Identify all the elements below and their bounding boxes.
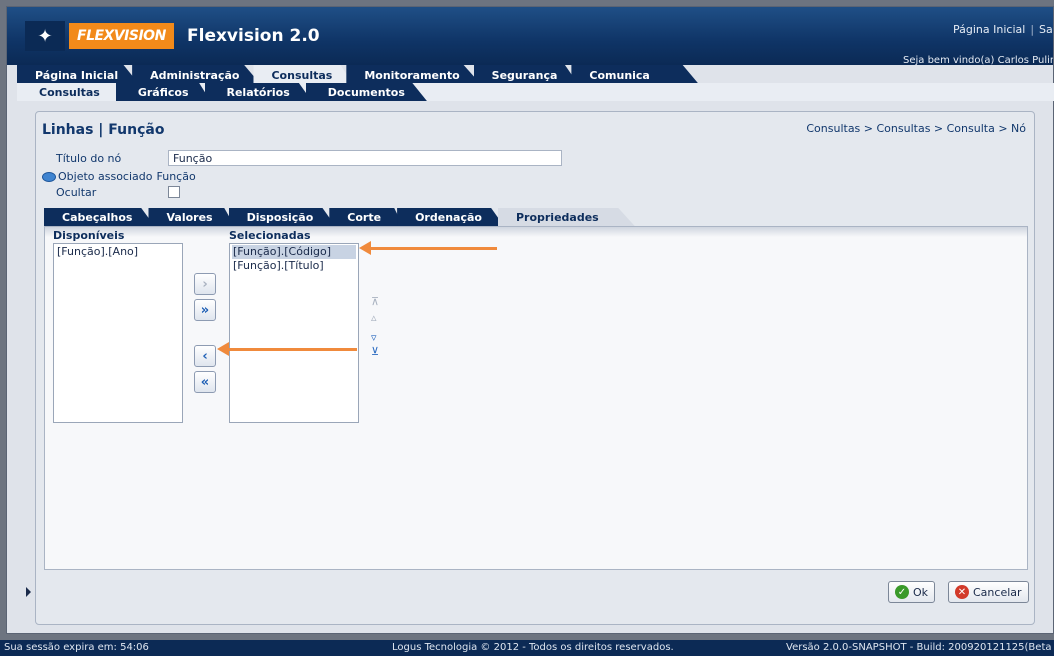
cancel-button[interactable]: ✕ Cancelar (948, 581, 1029, 603)
move-up-icon[interactable]: ▵ (371, 312, 377, 323)
session-timer: Sua sessão expira em: 54:06 (4, 642, 149, 653)
tab-seguranca[interactable]: Segurança (473, 65, 578, 83)
app-header: ✦ FLEXVISION Flexvision 2.0 Página Inici… (7, 7, 1053, 66)
node-title-input[interactable] (168, 150, 562, 166)
available-label: Disponíveis (53, 229, 125, 242)
tab-valores[interactable]: Valores (148, 208, 235, 226)
flexvision-logo-icon: ✦ (25, 21, 65, 51)
version-text: Versão 2.0.0-SNAPSHOT - Build: 200920121… (786, 642, 1052, 653)
list-item[interactable]: [Função].[Código] (232, 245, 356, 259)
page-title: Linhas | Função (42, 122, 165, 138)
brand-logo: FLEXVISION (69, 23, 174, 49)
tab-corte[interactable]: Corte (329, 208, 404, 226)
database-icon (42, 171, 56, 182)
subtab-relatorios[interactable]: Relatórios (204, 83, 312, 101)
tab-propriedades[interactable]: Propriedades (497, 208, 635, 226)
tab-disposicao[interactable]: Disposição (228, 208, 336, 226)
tab-consultas[interactable]: Consultas (253, 65, 353, 83)
cancel-label: Cancelar (973, 585, 1022, 599)
selected-label: Selecionadas (229, 229, 311, 242)
hide-label: Ocultar (56, 186, 97, 199)
associated-object-row: Objeto associado Função (42, 170, 196, 183)
annotation-arrow-line (227, 348, 357, 351)
move-right-button[interactable]: › (194, 273, 216, 295)
status-footer: Sua sessão expira em: 54:06 Logus Tecnol… (0, 640, 1054, 656)
tab-monitoramento[interactable]: Monitoramento (346, 65, 480, 83)
available-list[interactable]: [Função].[Ano] (53, 243, 183, 423)
associated-object-value: Função (156, 170, 196, 183)
welcome-text: Seja bem vindo(a) Carlos Puline (903, 55, 1053, 66)
cancel-icon: ✕ (955, 585, 969, 599)
sub-tab-bar: Consultas Gráficos Relatórios Documentos (17, 83, 1054, 101)
tab-comunica[interactable]: Comunica (571, 65, 698, 83)
app-window: ✦ FLEXVISION Flexvision 2.0 Página Inici… (6, 6, 1054, 634)
collapse-handle-icon[interactable] (26, 587, 31, 597)
tab-ordenacao[interactable]: Ordenação (397, 208, 504, 226)
node-title-label: Título do nó (56, 152, 122, 165)
copyright-text: Logus Tecnologia © 2012 - Todos os direi… (392, 642, 674, 653)
inner-tabs: Cabeçalhos Valores Disposição Corte Orde… (44, 208, 635, 226)
tab-administracao[interactable]: Administração (132, 65, 260, 83)
move-all-left-button[interactable]: « (194, 371, 216, 393)
move-left-button[interactable]: ‹ (194, 345, 216, 367)
home-link[interactable]: Página Inicial (953, 23, 1025, 36)
ok-label: Ok (913, 585, 929, 599)
list-item[interactable]: [Função].[Ano] (56, 245, 180, 259)
breadcrumb: Consultas > Consultas > Consulta > Nó (806, 122, 1026, 135)
associated-object-label: Objeto associado (58, 170, 153, 183)
move-all-right-button[interactable]: » (194, 299, 216, 321)
annotation-arrow-line (369, 247, 497, 250)
tab-cabecalhos[interactable]: Cabeçalhos (44, 208, 155, 226)
subtab-consultas[interactable]: Consultas (17, 83, 122, 101)
move-down-icon[interactable]: ▿ (371, 332, 377, 343)
properties-panel: Disponíveis [Função].[Ano] Selecionadas … (44, 226, 1028, 570)
move-bottom-icon[interactable]: ⊻ (371, 346, 379, 357)
top-links: Página Inicial|Sai (953, 23, 1053, 36)
subtab-documentos[interactable]: Documentos (305, 83, 427, 101)
hide-checkbox[interactable] (168, 186, 180, 198)
exit-link[interactable]: Sai (1039, 23, 1053, 36)
list-item[interactable]: [Função].[Título] (232, 259, 356, 273)
content-panel: Linhas | Função Consultas > Consultas > … (35, 111, 1035, 625)
main-tabs: Página Inicial Administração Consultas M… (17, 65, 698, 83)
subtab-graficos[interactable]: Gráficos (115, 83, 211, 101)
app-title: Flexvision 2.0 (187, 26, 320, 46)
move-top-icon[interactable]: ⊼ (371, 296, 379, 307)
ok-button[interactable]: ✓ Ok (888, 581, 936, 603)
selected-list[interactable]: [Função].[Código] [Função].[Título] (229, 243, 359, 423)
checkmark-icon: ✓ (895, 585, 909, 599)
tab-pagina-inicial[interactable]: Página Inicial (17, 65, 139, 83)
